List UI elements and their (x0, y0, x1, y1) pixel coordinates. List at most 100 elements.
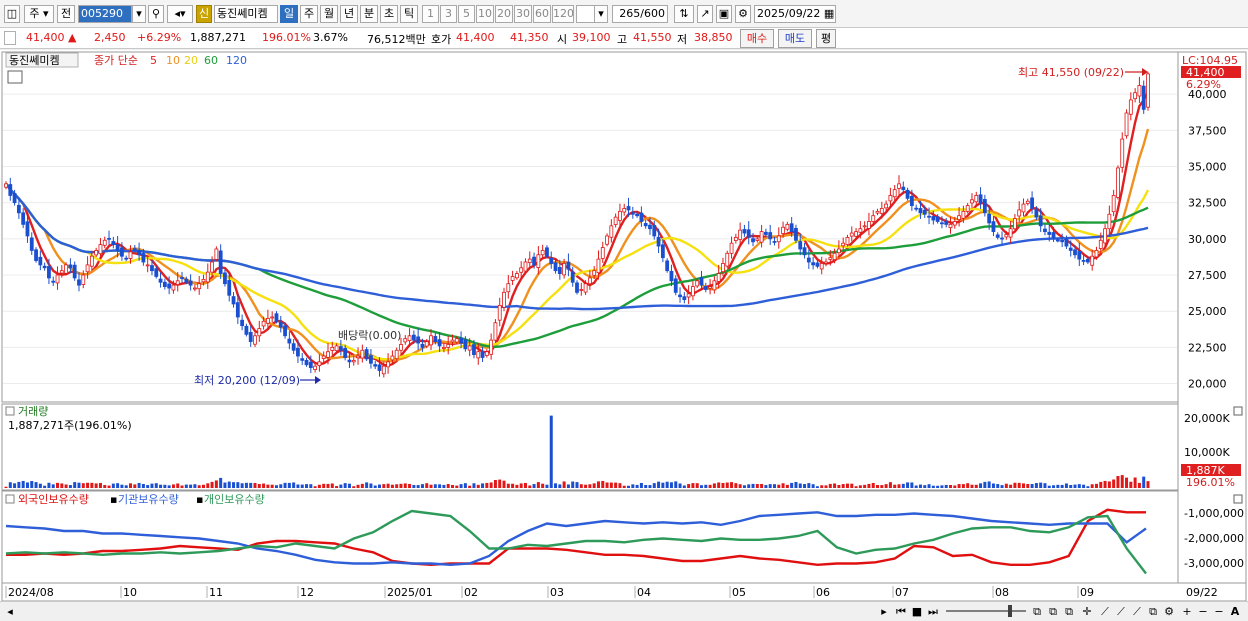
sell-button[interactable]: 매도 (778, 29, 812, 48)
current-price: 41,400 (26, 31, 65, 44)
evaluate-button[interactable]: 평 (816, 29, 836, 48)
period-second-button[interactable]: 초 (380, 5, 398, 23)
buy-button[interactable]: 매수 (740, 29, 774, 48)
candle-body (566, 261, 571, 270)
jump-start-icon[interactable]: ⏮ (894, 604, 908, 619)
candle-body (364, 349, 369, 360)
layout-icon[interactable]: ⧉ (1062, 604, 1076, 619)
period-week-button[interactable]: 주 (300, 5, 318, 23)
volume-bar (1043, 483, 1047, 488)
volume-bar (154, 483, 158, 488)
period-minute-button[interactable]: 분 (360, 5, 378, 23)
jump-end-icon[interactable]: ⏭ (926, 604, 940, 619)
signal-badge[interactable]: 신 (196, 5, 212, 23)
candle-body (510, 276, 515, 281)
interval-dropdown-icon[interactable]: ▾ (594, 5, 608, 23)
volume-bar (712, 483, 716, 488)
volume-bar (498, 479, 502, 488)
volume-bar (923, 485, 927, 488)
stock-name-field[interactable]: 동진쎄미켐 (214, 5, 278, 23)
zoom-slider[interactable] (946, 610, 1026, 612)
candle-body (897, 183, 901, 189)
gear-icon[interactable]: ⚙ (1162, 604, 1176, 619)
zoom-slider-handle[interactable] (1008, 605, 1012, 617)
ma-legend-20: 20 (184, 54, 198, 67)
interval-button[interactable]: 1 (422, 5, 439, 23)
interval-button[interactable]: 20 (495, 5, 513, 23)
volume-bar (124, 485, 128, 488)
volume-bar (335, 486, 339, 488)
volume-bar (811, 484, 815, 488)
zoom-out-icon[interactable]: − (1196, 604, 1210, 619)
candle-body (557, 267, 562, 274)
volume-bar (309, 484, 313, 488)
chart-area[interactable]: 동진쎄미켐 종가 단순 5 10 20 60 120 최고 41,550 (09… (0, 50, 1248, 602)
scroll-right-icon[interactable]: ▸ (878, 604, 890, 619)
interval-button[interactable]: 5 (458, 5, 475, 23)
volume-bar (588, 484, 592, 488)
stock-tag: 동진쎄미켐 (9, 54, 60, 67)
code-dropdown-icon[interactable]: ▾ (132, 5, 146, 23)
candle-body (416, 336, 421, 344)
zoom-in-icon[interactable]: + (1180, 604, 1194, 619)
zoom-reset-icon[interactable]: − (1212, 604, 1226, 619)
volume-bar (150, 483, 154, 488)
prev-button[interactable]: 전 (57, 5, 75, 23)
search-icon[interactable]: ⚲ (148, 5, 164, 23)
candle-body (506, 283, 511, 293)
indicator-icon[interactable]: ⇅ (674, 5, 694, 23)
interval-button[interactable]: 120 (552, 5, 574, 23)
trendline-icon[interactable]: ⟋ (1130, 604, 1144, 619)
candle-body (841, 242, 846, 247)
candle-body (214, 248, 219, 260)
period-select[interactable]: 주 ▾ (24, 5, 54, 23)
period-year-button[interactable]: 년 (340, 5, 358, 23)
holding-legend-foreign: 외국인보유수량 (18, 493, 89, 506)
period-day-button[interactable]: 일 (280, 5, 298, 23)
period-month-button[interactable]: 월 (320, 5, 338, 23)
stock-code-input[interactable]: 005290 (78, 5, 132, 23)
volume-bar (1107, 481, 1111, 488)
crosshair-icon[interactable]: ✛ (1080, 604, 1094, 619)
interval-button[interactable]: 30 (514, 5, 532, 23)
trendline-icon[interactable]: ⟋ (1098, 604, 1112, 619)
trendline-icon[interactable]: ⟋ (1114, 604, 1128, 619)
volume-bar (4, 486, 8, 488)
save-icon[interactable]: ▣ (716, 5, 732, 23)
high-price: 41,550 (633, 31, 672, 44)
quote-options-icon[interactable] (4, 31, 16, 45)
font-size-icon[interactable]: A (1228, 604, 1242, 619)
draw-icon[interactable]: ↗ (697, 5, 713, 23)
volume-bar (918, 484, 922, 488)
candle-body (845, 237, 850, 245)
volume-ratio: 196.01% (262, 31, 311, 44)
scroll-left-icon[interactable]: ◂ (4, 604, 16, 619)
stop-icon[interactable]: ■ (910, 604, 924, 619)
volume-bar (438, 484, 442, 488)
ma-legend-5: 5 (150, 54, 157, 67)
candle-body (618, 210, 622, 221)
candle-body (193, 287, 197, 290)
candle-body (244, 325, 249, 335)
calendar-icon[interactable]: ▦ (824, 7, 834, 20)
date-input[interactable]: 2025/09/22 ▦ (754, 5, 836, 23)
volume-bar (266, 484, 270, 488)
speaker-icon[interactable]: ◂▾ (167, 5, 193, 23)
gear-icon[interactable]: ⚙ (735, 5, 751, 23)
interval-button[interactable]: 3 (440, 5, 457, 23)
period-tick-button[interactable]: 틱 (400, 5, 418, 23)
bar-count-field[interactable]: 265/600 (612, 5, 668, 23)
volume-bar (201, 484, 205, 488)
volume-bar (669, 482, 673, 488)
volume-bar (193, 484, 197, 488)
layout-icon[interactable]: ⧉ (1046, 604, 1060, 619)
copy-icon[interactable]: ⧉ (1146, 604, 1160, 619)
interval-button[interactable]: 60 (533, 5, 551, 23)
chart-type-icon[interactable]: ◫ (4, 5, 20, 23)
candle-body (536, 254, 541, 268)
layout-icon[interactable]: ⧉ (1030, 604, 1044, 619)
interval-button[interactable]: 10 (476, 5, 494, 23)
candle-body (575, 282, 579, 293)
low-annotation: 최저 20,200 (12/09) (194, 374, 300, 387)
candle-body (210, 261, 214, 273)
